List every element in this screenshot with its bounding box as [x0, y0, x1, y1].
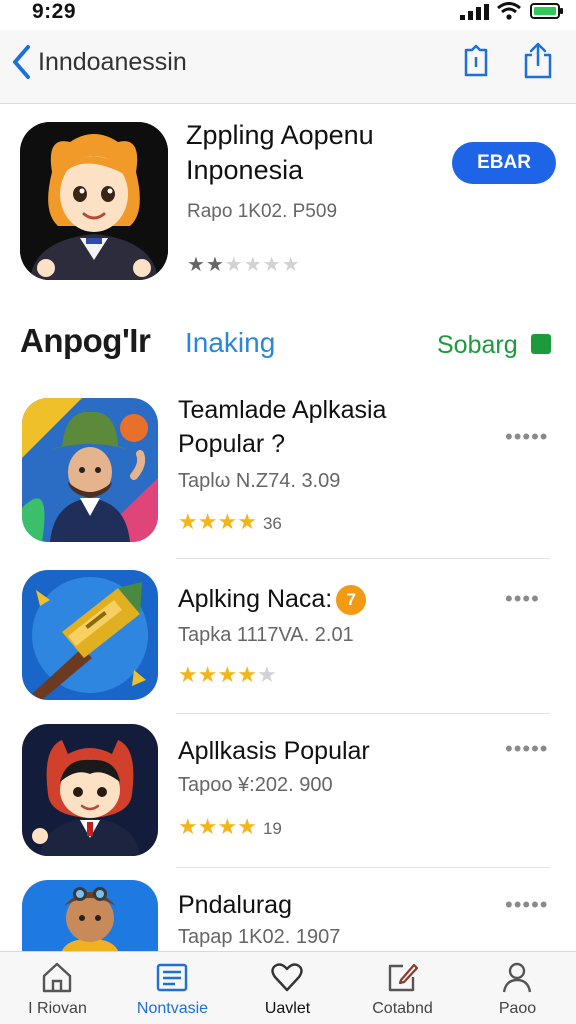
tab-label: Uavlet [264, 1000, 311, 1017]
app-name-line2: Popular ? [178, 430, 286, 458]
tab-label: I Riovan [28, 1000, 87, 1017]
tab-home[interactable]: I Riovan [0, 952, 115, 1024]
star-icon: ★ [256, 662, 277, 687]
cartoon-man-hat-icon [22, 398, 158, 542]
star-icon: ★ [224, 254, 244, 276]
tab-notifications[interactable]: Nontvasie [115, 952, 230, 1024]
app-meta: Tapoo ¥:202. 900 [178, 774, 333, 796]
app-name-line1: Teamlade Aplkasia [178, 396, 387, 424]
tab-wallet[interactable]: Uavlet [230, 952, 345, 1024]
app-name: Aplking Naca: 7 [178, 582, 478, 616]
star-icon: ★ [237, 662, 257, 687]
status-time: 9:29 [32, 0, 77, 23]
rating-count: 36 [262, 514, 282, 533]
back-chevron-icon[interactable] [10, 44, 32, 80]
tab-profile[interactable]: Paoo [460, 952, 575, 1024]
app-icon[interactable] [22, 398, 158, 542]
star-icon: ★ [217, 509, 238, 534]
star-icon: ★ [237, 509, 257, 534]
more-options-icon[interactable]: •••• [505, 588, 540, 610]
row-divider [176, 867, 550, 868]
person-icon [502, 962, 532, 993]
tab-label: Paoo [498, 1000, 537, 1017]
star-icon: ★ [197, 509, 218, 534]
wifi-icon [497, 2, 521, 20]
app-name-line1: Pndalurag [178, 891, 292, 919]
featured-rating-stars: ★★★★★★ [187, 252, 301, 277]
list-item[interactable]: Aplking Naca: 7 •••• Tapka 1117VA. 2.01 ★… [0, 570, 576, 714]
star-icon: ★ [237, 814, 257, 839]
heart-icon [271, 963, 303, 992]
tab-label: Nontvasie [136, 1000, 209, 1017]
app-name: Pndalurag [178, 888, 478, 922]
app-icon[interactable] [22, 724, 158, 856]
app-icon[interactable] [22, 880, 158, 951]
status-bar: 9:29 [0, 0, 576, 30]
app-meta: Tapap 1K02. 1907 [178, 926, 341, 948]
section-tab-ranking[interactable]: Inaking [185, 327, 275, 359]
nav-title: Inndoanessin [38, 48, 187, 76]
star-icon: ★ [243, 254, 263, 276]
see-all-link[interactable]: Sobarg [437, 331, 518, 360]
tab-bar: I Riovan Nontvasie Uavlet Cotabnd Paoo [0, 951, 576, 1024]
navigation-bar: Inndoanessin [0, 30, 576, 104]
list-item[interactable]: Pndalurag ••••• Tapap 1K02. 1907 [0, 880, 576, 951]
more-options-icon[interactable]: ••••• [505, 738, 549, 760]
list-item[interactable]: Teamlade Aplkasia Popular ? ••••• Taplω … [0, 396, 576, 559]
edit-icon [388, 963, 419, 992]
star-icon: ★ [205, 254, 225, 276]
cartoon-girl-icon [20, 122, 168, 280]
app-name: Teamlade Aplkasia Popular ? [178, 393, 478, 461]
section-title: Anpog'Ir [20, 322, 151, 359]
get-button[interactable]: EBAR [452, 142, 556, 184]
star-icon: ★ [178, 814, 198, 839]
app-meta: Taplω N.Z74. 3.09 [178, 470, 341, 492]
star-icon: ★ [187, 254, 206, 276]
star-icon: ★ [178, 662, 198, 687]
home-icon [42, 962, 72, 993]
battery-icon [530, 3, 563, 19]
more-options-icon[interactable]: ••••• [505, 426, 549, 448]
star-icon: ★ [197, 662, 218, 687]
row-divider [176, 713, 550, 714]
star-icon: ★ [262, 254, 282, 276]
cartoon-boy-hood-icon [22, 724, 158, 856]
featured-app-meta: Rapo 1K02. P509 [187, 201, 338, 222]
featured-app-icon[interactable] [20, 122, 168, 280]
featured-app-title-line2: Inponesia [186, 155, 304, 185]
star-icon: ★ [197, 814, 218, 839]
badge-count: 7 [336, 585, 367, 616]
star-icon: ★ [217, 662, 238, 687]
app-icon[interactable] [22, 570, 158, 700]
list-item[interactable]: Apllkasis Popular ••••• Tapoo ¥:202. 900… [0, 724, 576, 868]
bookmark-icon[interactable] [461, 44, 491, 78]
tab-edit[interactable]: Cotabnd [345, 952, 460, 1024]
cellular-signal-icon [460, 4, 489, 20]
tab-label: Cotabnd [372, 1000, 433, 1017]
hammer-tool-icon [22, 570, 158, 700]
cartoon-pilot-icon [22, 880, 158, 951]
featured-app-title[interactable]: Zppling Aopenu Inponesia [186, 118, 436, 188]
edit-square-icon[interactable] [531, 334, 551, 354]
row-divider [176, 558, 550, 559]
star-icon: ★ [178, 509, 198, 534]
app-meta: Tapka 1117VA. 2.01 [178, 624, 354, 646]
app-rating-stars: ★★★★★ [178, 662, 277, 688]
share-icon[interactable] [523, 41, 553, 79]
app-name: Apllkasis Popular [178, 734, 478, 768]
app-rating-stars: ★★★★ 19 [178, 814, 282, 840]
app-rating-stars: ★★★★ 36 [178, 509, 282, 535]
list-icon [156, 963, 188, 992]
app-name-line1: Apllkasis Popular [178, 737, 370, 765]
rating-count: 19 [262, 819, 282, 838]
featured-app-title-line1: Zppling Aopenu [186, 120, 374, 150]
star-icon: ★ [281, 254, 301, 276]
star-icon: ★ [217, 814, 238, 839]
app-name-line1: Aplking Naca: [178, 585, 333, 613]
more-options-icon[interactable]: ••••• [505, 894, 549, 916]
